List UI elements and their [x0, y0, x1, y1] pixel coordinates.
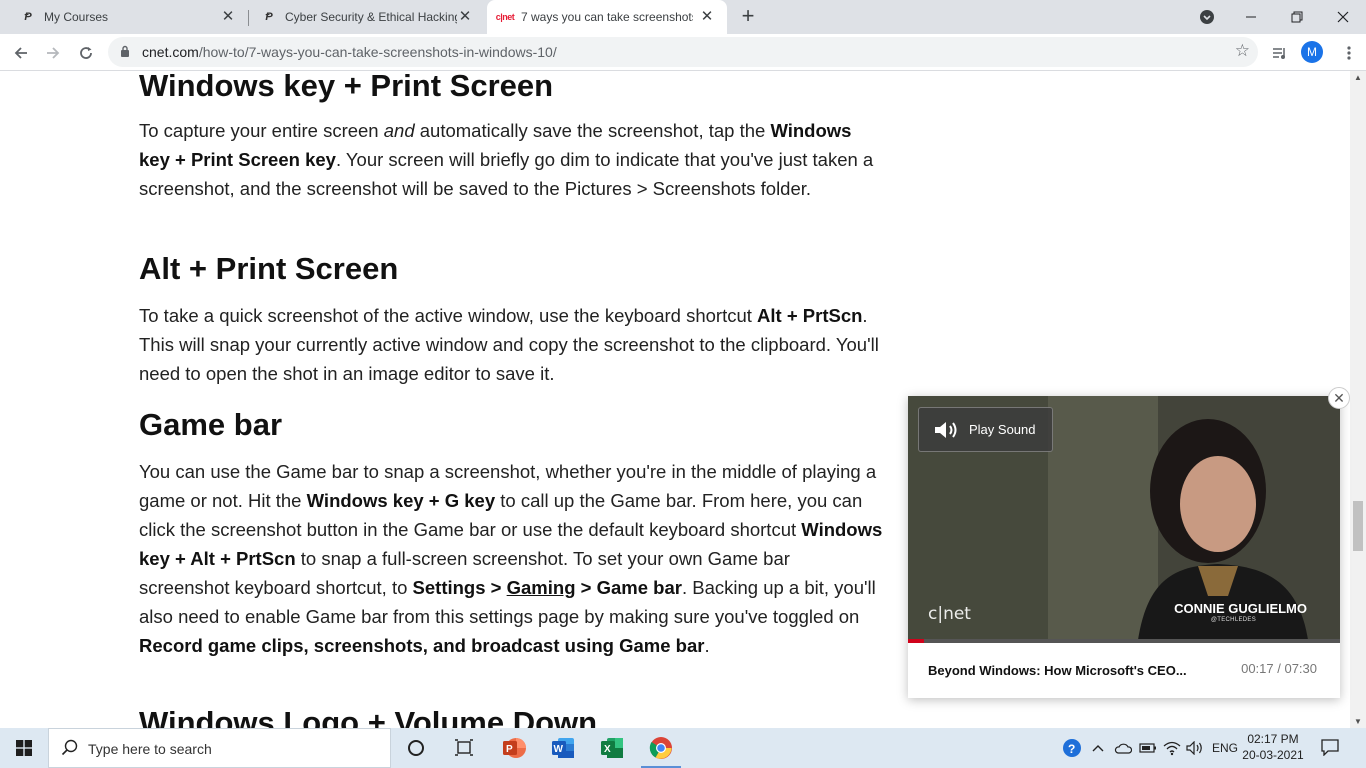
- wifi-icon[interactable]: [1163, 728, 1181, 768]
- windows-start-icon[interactable]: [0, 728, 48, 768]
- speaker-handle: @TECHLEDES: [1210, 617, 1256, 623]
- section-heading: Windows Logo + Volume Down: [139, 705, 598, 728]
- tab-title: 7 ways you can take screenshots: [521, 10, 693, 24]
- scroll-up-icon[interactable]: ▲: [1354, 73, 1362, 82]
- onedrive-icon[interactable]: [1114, 728, 1132, 768]
- task-view-icon[interactable]: [440, 728, 488, 768]
- svg-text:P: P: [506, 744, 513, 755]
- video-title[interactable]: Beyond Windows: How Microsoft's CEO...: [928, 663, 1187, 678]
- paragraph: To capture your entire screen and automa…: [139, 120, 874, 199]
- notification-center-icon[interactable]: [1320, 738, 1340, 761]
- url-path: /how-to/7-ways-you-can-take-screenshots-…: [198, 44, 557, 60]
- clock-date: 20-03-2021: [1242, 748, 1304, 762]
- svg-text:W: W: [554, 744, 564, 755]
- section-heading: Windows key + Print Screen: [139, 71, 554, 103]
- search-placeholder: Type here to search: [88, 741, 212, 757]
- profile-avatar[interactable]: M: [1301, 41, 1323, 63]
- play-sound-button[interactable]: Play Sound: [918, 407, 1053, 452]
- word-icon[interactable]: W: [539, 728, 587, 768]
- play-sound-label: Play Sound: [969, 422, 1036, 437]
- battery-icon[interactable]: [1139, 728, 1157, 768]
- excel-icon[interactable]: X: [588, 728, 636, 768]
- address-bar[interactable]: cnet.com/how-to/7-ways-you-can-take-scre…: [108, 37, 1258, 67]
- page-scrollbar[interactable]: ▲ ▼: [1350, 71, 1366, 728]
- tab-my-courses[interactable]: Ᵽ My Courses ✕: [0, 0, 248, 34]
- video-progress-bar[interactable]: [908, 639, 1340, 643]
- url-host: cnet.com: [142, 44, 199, 60]
- bookmark-star-icon[interactable]: ☆: [1235, 41, 1250, 61]
- restore-icon[interactable]: [1274, 0, 1320, 34]
- taskbar-clock[interactable]: 02:17 PM 20-03-2021: [1238, 731, 1308, 763]
- show-hidden-icons-chevron-up-icon[interactable]: [1092, 728, 1104, 768]
- gaming-link[interactable]: Gaming: [507, 577, 576, 598]
- new-tab-button[interactable]: +: [736, 5, 760, 29]
- close-video-button[interactable]: ✕: [1328, 387, 1350, 409]
- browser-toolbar: cnet.com/how-to/7-ways-you-can-take-scre…: [0, 34, 1366, 71]
- floating-video-player[interactable]: Play Sound c|net CONNIE GUGLIELMO @TECHL…: [908, 396, 1340, 698]
- scroll-thumb[interactable]: [1353, 501, 1363, 551]
- back-icon[interactable]: [8, 40, 34, 66]
- section-heading: Game bar: [139, 407, 283, 442]
- lock-icon[interactable]: [120, 45, 130, 57]
- tab-cyber-security[interactable]: Ᵽ Cyber Security & Ethical Hacking ✕: [249, 0, 485, 34]
- cortana-icon[interactable]: [392, 728, 440, 768]
- language-indicator[interactable]: ENG: [1212, 728, 1238, 768]
- video-progress-fill: [908, 639, 924, 643]
- speaker-name: CONNIE GUGLIELMO: [1174, 601, 1307, 616]
- tab-close-icon[interactable]: ✕: [457, 9, 473, 25]
- minimize-icon[interactable]: [1228, 0, 1274, 34]
- tab-title: Cyber Security & Ethical Hacking: [285, 10, 457, 24]
- clock-time: 02:17 PM: [1247, 732, 1299, 746]
- volume-icon[interactable]: [1186, 728, 1204, 768]
- taskbar-search-box[interactable]: Type here to search: [48, 728, 391, 768]
- chrome-icon[interactable]: [637, 728, 685, 768]
- browser-tab-strip: Ᵽ My Courses ✕ Ᵽ Cyber Security & Ethica…: [0, 0, 1366, 34]
- tab-cnet-screenshots[interactable]: c|net 7 ways you can take screenshots ✕: [487, 0, 727, 34]
- cnet-watermark: c|net: [928, 604, 971, 624]
- tab-favicon: c|net: [495, 12, 515, 22]
- search-icon: [61, 739, 78, 756]
- tab-close-icon[interactable]: ✕: [699, 9, 715, 25]
- url-text[interactable]: cnet.com/how-to/7-ways-you-can-take-scre…: [142, 44, 557, 60]
- svg-text:X: X: [604, 744, 611, 755]
- powerpoint-icon[interactable]: P: [490, 728, 538, 768]
- paragraph: You can use the Game bar to snap a scree…: [139, 461, 883, 656]
- tab-title: My Courses: [44, 10, 109, 24]
- help-icon[interactable]: ?: [1062, 728, 1082, 768]
- tab-search-icon[interactable]: [1184, 0, 1230, 34]
- menu-kebab-icon[interactable]: [1336, 40, 1362, 66]
- svg-text:?: ?: [1068, 742, 1075, 756]
- section-heading: Alt + Print Screen: [139, 251, 399, 286]
- speaker-icon: [935, 421, 957, 438]
- tab-favicon: Ᵽ: [24, 11, 32, 23]
- reload-icon[interactable]: [73, 40, 99, 66]
- video-frame[interactable]: Play Sound c|net CONNIE GUGLIELMO @TECHL…: [908, 396, 1340, 640]
- close-window-icon[interactable]: [1320, 0, 1366, 34]
- scroll-down-icon[interactable]: ▼: [1354, 717, 1362, 726]
- tab-close-icon[interactable]: ✕: [220, 9, 236, 25]
- forward-icon[interactable]: [40, 40, 66, 66]
- tab-favicon: Ᵽ: [265, 11, 273, 23]
- paragraph: To take a quick screenshot of the active…: [139, 305, 879, 384]
- media-control-icon[interactable]: [1267, 40, 1293, 66]
- video-time: 00:17 / 07:30: [1241, 661, 1317, 676]
- windows-taskbar: Type here to search P W X ? ENG 02:17 PM…: [0, 728, 1366, 768]
